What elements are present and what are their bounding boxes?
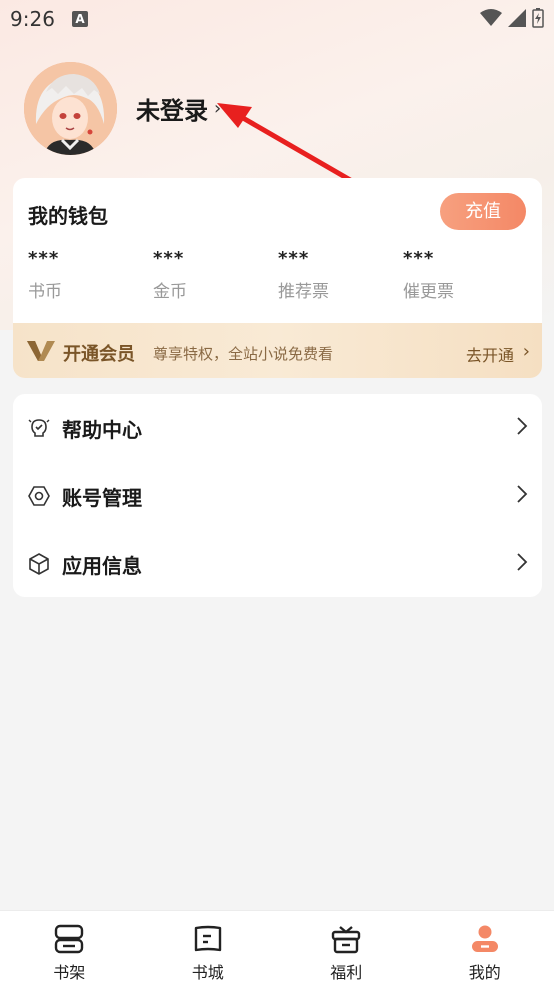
stat-gold-coins[interactable]: *** 金币: [153, 248, 278, 302]
status-bar: 9:26 A: [0, 0, 554, 38]
hexagon-nut-icon: [27, 484, 51, 508]
wifi-icon: [480, 9, 502, 27]
vip-title: 开通会员: [63, 340, 135, 366]
menu-label: 帮助中心: [62, 414, 142, 443]
status-time: 9:26: [10, 7, 55, 31]
stat-label: 书币: [28, 277, 153, 302]
chevron-right-icon: [516, 552, 528, 572]
vip-description: 尊享特权，全站小说免费看: [153, 343, 333, 364]
menu-item-help-center[interactable]: 帮助中心: [13, 394, 542, 462]
person-icon: [469, 923, 501, 955]
stat-value: ***: [28, 248, 153, 269]
chevron-right-icon: [516, 484, 528, 504]
tab-label: 书架: [0, 959, 139, 983]
stat-value: ***: [278, 248, 403, 269]
login-status-label[interactable]: 未登录: [136, 91, 208, 126]
wallet-card: 我的钱包 充值 *** 书币 *** 金币 *** 推荐票 *** 催更票 开通…: [13, 178, 542, 378]
stat-label: 推荐票: [278, 277, 403, 302]
stat-urge-tickets[interactable]: *** 催更票: [403, 248, 528, 302]
tab-mine[interactable]: 我的: [416, 911, 554, 985]
stat-book-coins[interactable]: *** 书币: [28, 248, 153, 302]
vip-banner[interactable]: 开通会员 尊享特权，全站小说免费看 去开通 ›: [13, 323, 542, 378]
tab-bookshelf[interactable]: 书架: [0, 911, 139, 985]
menu-label: 应用信息: [62, 550, 142, 579]
avatar[interactable]: [24, 62, 117, 155]
gift-icon: [330, 923, 362, 955]
bottom-tab-bar: 书架 书城 福利 我的: [0, 910, 554, 985]
notification-a-icon: A: [72, 11, 88, 27]
tab-bookstore[interactable]: 书城: [139, 911, 278, 985]
status-icons: [480, 8, 544, 28]
vip-v-icon: [27, 339, 55, 363]
chevron-right-icon[interactable]: ›: [214, 98, 221, 119]
bookshelf-icon: [53, 923, 85, 955]
profile-header[interactable]: 未登录 ›: [24, 62, 221, 155]
vip-open-link[interactable]: 去开通: [466, 342, 514, 366]
signal-icon: [508, 9, 526, 27]
stat-recommend-tickets[interactable]: *** 推荐票: [278, 248, 403, 302]
avatar-illustration: [24, 62, 117, 155]
stat-value: ***: [403, 248, 528, 269]
tab-label: 书城: [139, 959, 278, 983]
menu-label: 账号管理: [62, 482, 142, 511]
menu-item-account-management[interactable]: 账号管理: [13, 462, 542, 530]
battery-icon: [532, 8, 544, 28]
recharge-button[interactable]: 充值: [440, 193, 526, 230]
tab-label: 福利: [277, 959, 416, 983]
cube-icon: [27, 552, 51, 576]
tab-welfare[interactable]: 福利: [277, 911, 416, 985]
stat-label: 催更票: [403, 277, 528, 302]
help-bulb-icon: [27, 416, 51, 440]
chevron-right-icon: [516, 416, 528, 436]
menu-card: 帮助中心 账号管理 应用信息: [13, 394, 542, 597]
chevron-right-icon: ›: [523, 341, 530, 362]
stat-label: 金币: [153, 277, 278, 302]
menu-item-app-info[interactable]: 应用信息: [13, 530, 542, 598]
book-open-icon: [192, 923, 224, 955]
tab-label: 我的: [416, 959, 554, 983]
wallet-title: 我的钱包: [28, 200, 108, 229]
wallet-stats: *** 书币 *** 金币 *** 推荐票 *** 催更票: [28, 248, 528, 302]
stat-value: ***: [153, 248, 278, 269]
